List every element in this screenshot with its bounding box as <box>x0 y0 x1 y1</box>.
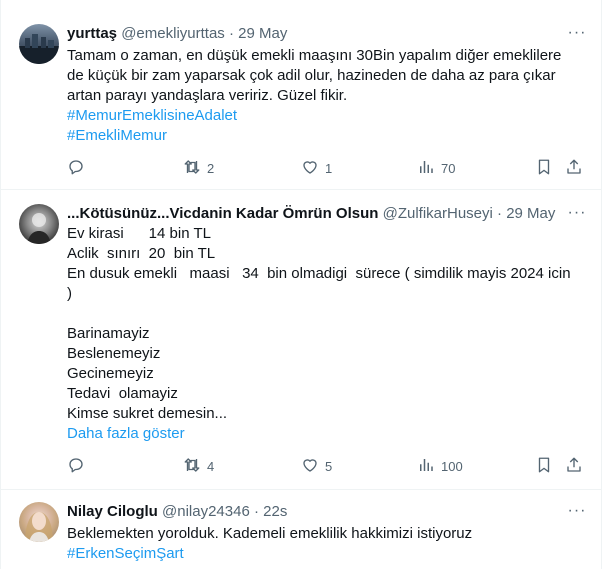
repost-count: 4 <box>207 458 215 474</box>
like-button[interactable]: 5 <box>301 456 332 476</box>
reply-icon <box>67 456 85 477</box>
views-icon <box>417 456 435 477</box>
tweet-header: yurttaş @emekliyurttas · 29 May <box>67 24 561 44</box>
tweet-text: Beklemekten yorolduk. Kademeli emeklilik… <box>67 524 583 564</box>
separator: · <box>253 503 259 520</box>
like-count: 5 <box>325 458 333 474</box>
timeline: yurttaş @emekliyurttas · 29 May ··· Tama… <box>0 0 602 569</box>
tweet-actions: 2 1 70 <box>59 158 589 178</box>
author-name[interactable]: ...Kötüsünüz...Vicdanin Kadar Ömrün Olsu… <box>67 205 378 222</box>
tweet-text: Tamam o zaman, en düşük emekli maaşını 3… <box>67 46 583 146</box>
bookmark-button[interactable] <box>535 158 553 178</box>
like-count: 1 <box>325 160 333 176</box>
tweet-line: Gecinemeyiz <box>67 365 154 382</box>
avatar-image <box>27 213 51 244</box>
tweet-line: Beslenemeyiz <box>67 345 161 362</box>
repost-icon <box>183 158 201 179</box>
more-options-button[interactable]: ··· <box>567 25 587 46</box>
tweet-line: En dusuk emekli maasi 34 bin olmadigi sü… <box>67 265 571 282</box>
tweet-line: ) <box>67 285 72 302</box>
share-button[interactable] <box>565 456 583 476</box>
avatar-image <box>19 34 59 64</box>
tweet-1[interactable]: yurttaş @emekliyurttas · 29 May ··· Tama… <box>1 0 601 190</box>
tweet-line: Tamam o zaman, en düşük emekli maaşını 3… <box>67 47 562 64</box>
tweet-line <box>67 304 583 324</box>
views-button[interactable]: 70 <box>417 158 455 178</box>
share-icon <box>565 158 583 179</box>
timestamp[interactable]: 29 May <box>238 25 287 42</box>
author-handle[interactable]: @emekliyurttas <box>121 25 225 42</box>
bookmark-icon <box>535 456 553 477</box>
share-button[interactable] <box>565 158 583 178</box>
repost-count: 2 <box>207 160 215 176</box>
avatar[interactable] <box>19 204 59 244</box>
bookmark-button[interactable] <box>535 456 553 476</box>
avatar-image <box>25 512 53 542</box>
reply-button[interactable] <box>67 158 85 178</box>
avatar[interactable] <box>19 502 59 542</box>
bookmark-icon <box>535 158 553 179</box>
tweet-line: Tedavi olamayiz <box>67 385 178 402</box>
repost-button[interactable]: 2 <box>183 158 214 178</box>
author-handle[interactable]: @nilay24346 <box>162 503 250 520</box>
views-count: 100 <box>441 458 463 474</box>
avatar[interactable] <box>19 24 59 64</box>
like-icon <box>301 456 319 477</box>
tweet-line: artan parayı yandaşlara veririz. Güzel f… <box>67 87 348 104</box>
hashtag-link[interactable]: #EmekliMemur <box>67 126 583 146</box>
share-icon <box>565 456 583 477</box>
tweet-line: Ev kirasi 14 bin TL <box>67 225 211 242</box>
tweet-actions: 4 5 100 <box>59 456 589 476</box>
show-more-link[interactable]: Daha fazla göster <box>67 424 583 444</box>
tweet-line: Barinamayiz <box>67 325 150 342</box>
reply-button[interactable] <box>67 456 85 476</box>
tweet-line: Kimse sukret demesin... <box>67 405 228 422</box>
repost-button[interactable]: 4 <box>183 456 214 476</box>
tweet-line: de küçük bir zam yaparsak çok adil olur,… <box>67 67 556 84</box>
more-options-button[interactable]: ··· <box>567 503 587 524</box>
tweet-header: Nilay Ciloglu @nilay24346 · 22s <box>67 502 561 522</box>
views-count: 70 <box>441 160 456 176</box>
author-name[interactable]: Nilay Ciloglu <box>67 503 158 520</box>
tweet-3[interactable]: Nilay Ciloglu @nilay24346 · 22s ··· Bekl… <box>1 490 601 569</box>
timestamp[interactable]: 22s <box>263 503 287 520</box>
tweet-line: Aclik sınırı 20 bin TL <box>67 245 216 262</box>
views-button[interactable]: 100 <box>417 456 463 476</box>
hashtag-link[interactable]: #MemurEmeklisineAdalet <box>67 106 583 126</box>
author-handle[interactable]: @ZulfikarHuseyi <box>383 205 493 222</box>
reply-icon <box>67 158 85 179</box>
like-button[interactable]: 1 <box>301 158 332 178</box>
views-icon <box>417 158 435 179</box>
tweet-header: ...Kötüsünüz...Vicdanin Kadar Ömrün Olsu… <box>67 204 561 224</box>
tweet-text: Ev kirasi 14 bin TL Aclik sınırı 20 bin … <box>67 224 583 444</box>
like-icon <box>301 158 319 179</box>
timestamp[interactable]: 29 May <box>506 205 555 222</box>
more-options-button[interactable]: ··· <box>567 205 587 226</box>
author-name[interactable]: yurttaş <box>67 25 117 42</box>
separator: · <box>497 205 503 222</box>
tweet-line: Beklemekten yorolduk. Kademeli emeklilik… <box>67 525 473 542</box>
separator: · <box>228 25 234 42</box>
tweet-2[interactable]: ...Kötüsünüz...Vicdanin Kadar Ömrün Olsu… <box>1 190 601 490</box>
hashtag-link[interactable]: #ErkenSeçimŞart <box>67 544 583 564</box>
repost-icon <box>183 456 201 477</box>
